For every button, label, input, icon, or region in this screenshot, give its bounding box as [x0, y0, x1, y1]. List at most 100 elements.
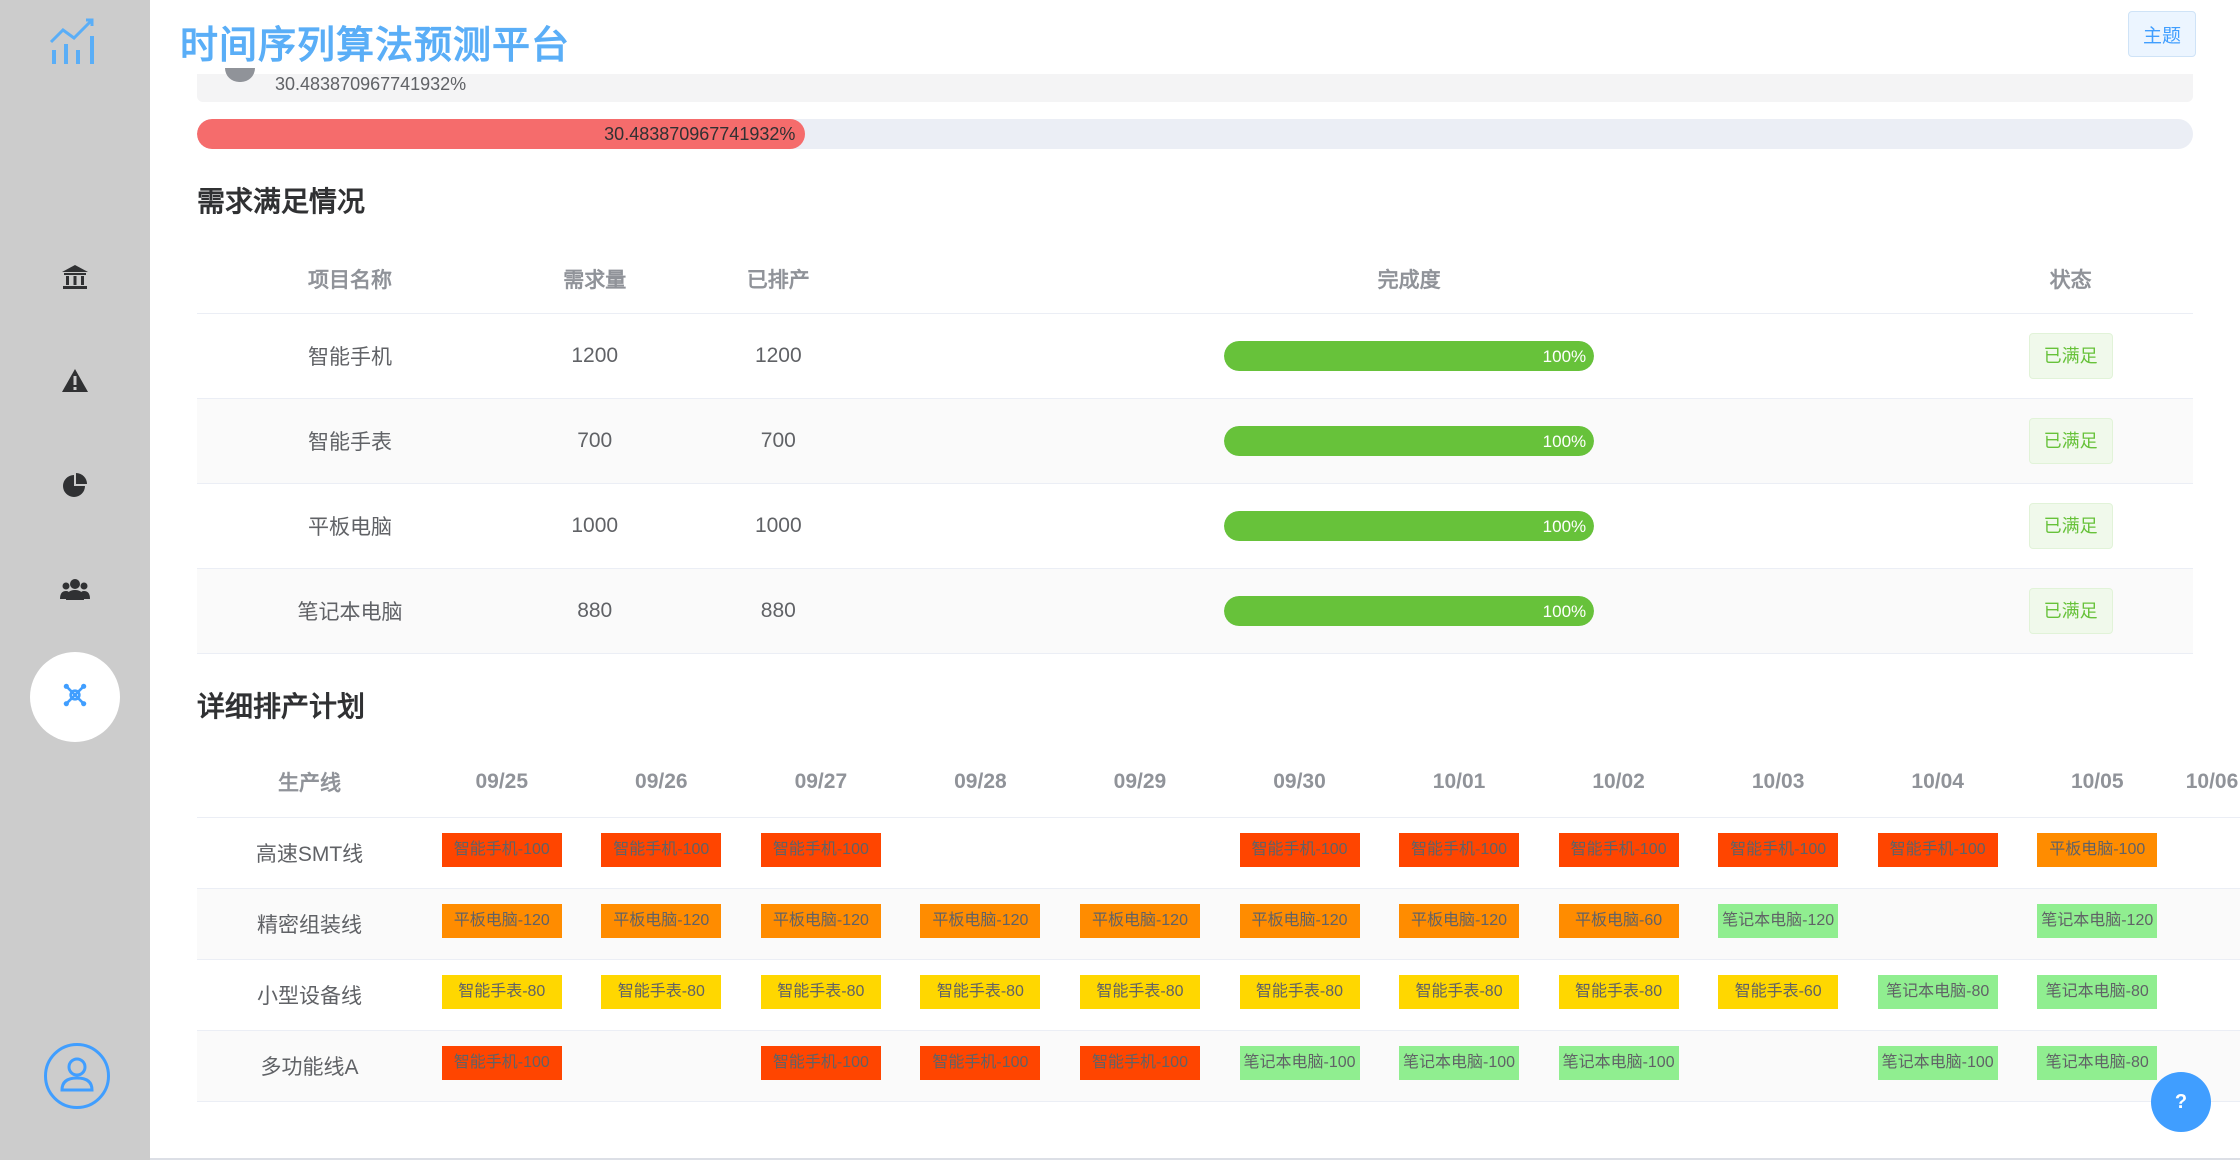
schedule-cell: 平板电脑-100 [2017, 817, 2178, 889]
bank-icon [60, 262, 90, 297]
schedule-block[interactable]: 智能手机-100 [1079, 1045, 1200, 1080]
schedule-block[interactable]: 笔记本电脑-120 [1718, 903, 1839, 938]
overall-progress-label: 30.483870967741932% [604, 124, 796, 144]
schedule-block[interactable]: 智能手表-80 [1079, 974, 1200, 1009]
schedule-block[interactable]: 智能手表-80 [1239, 974, 1360, 1009]
schedule-block[interactable]: 平板电脑-60 [1558, 903, 1679, 938]
production-line-name: 多功能线A [197, 1030, 422, 1102]
demand-row: 智能手表 700 700 100% 已满足 [197, 398, 2193, 484]
schedule-block[interactable]: 智能手表-80 [601, 974, 722, 1009]
schedule-block[interactable]: 平板电脑-100 [2037, 832, 2158, 867]
schedule-cell: 智能手机-100 [422, 817, 582, 889]
schedule-block[interactable]: 智能手机-100 [1239, 832, 1360, 867]
schedule-block[interactable]: 智能手机-100 [1399, 832, 1520, 867]
schedule-cell: 智能手机-100 [422, 1030, 582, 1102]
schedule-block[interactable]: 智能手机-100 [1558, 832, 1679, 867]
completion-label: 100% [1542, 516, 1587, 536]
date-column-header: 10/05 [2017, 747, 2178, 818]
chart-logo-icon[interactable] [48, 16, 102, 66]
schedule-block[interactable]: 智能手表-80 [1558, 974, 1679, 1009]
help-icon: ? [2174, 1090, 2188, 1113]
production-line-name: 小型设备线 [197, 959, 422, 1031]
schedule-block[interactable]: 平板电脑-120 [1399, 903, 1520, 938]
app-title: 时间序列算法预测平台 [180, 25, 571, 67]
completion-label: 100% [1542, 431, 1587, 451]
schedule-block[interactable]: 笔记本电脑-100 [1239, 1045, 1360, 1080]
schedule-block[interactable]: 平板电脑-120 [441, 903, 562, 938]
demand-table-header: 项目名称 需求量 已排产 完成度 状态 [197, 245, 2193, 314]
schedule-row: 精密组装线 平板电脑-120 平板电脑-120 平板电脑-120 平板电脑-120 平板电… [197, 888, 2240, 960]
scheduled-quantity: 700 [686, 398, 871, 484]
schedule-block[interactable]: 平板电脑-120 [1239, 903, 1360, 938]
schedule-cell: 平板电脑-120 [741, 888, 901, 960]
schedule-cell: 平板电脑-60 [1538, 888, 1699, 960]
date-column-header: 09/25 [422, 747, 582, 818]
schedule-block[interactable]: 智能手机-100 [1877, 832, 1998, 867]
demand-column-header: 项目名称 [197, 245, 503, 314]
date-column-header: 09/29 [1060, 747, 1220, 818]
schedule-block[interactable]: 笔记本电脑-120 [2037, 903, 2158, 938]
schedule-block[interactable]: 笔记本电脑-80 [2037, 974, 2158, 1009]
schedule-block[interactable]: 智能手表-80 [760, 974, 881, 1009]
schedule-table-header: 生产线 09/25 09/26 09/27 09/28 09/29 09/30 10/01 10… [197, 747, 2240, 818]
completion-label: 100% [1542, 346, 1587, 366]
schedule-cell [2177, 959, 2240, 1031]
schedule-block[interactable]: 智能手表-60 [1718, 974, 1839, 1009]
schedule-block[interactable]: 平板电脑-120 [601, 903, 722, 938]
schedule-block[interactable]: 笔记本电脑-80 [1877, 974, 1998, 1009]
demand-quantity: 1000 [502, 483, 687, 569]
schedule-cell: 笔记本电脑-100 [1538, 1030, 1699, 1102]
schedule-block[interactable]: 智能手机-100 [441, 832, 562, 867]
production-line-name: 精密组装线 [197, 888, 422, 960]
schedule-block[interactable]: 智能手表-80 [1399, 974, 1520, 1009]
schedule-block[interactable]: 智能手表-80 [441, 974, 562, 1009]
schedule-cell: 智能手表-60 [1698, 959, 1858, 1031]
completion-progress-fill: 100% [1224, 340, 1595, 371]
network-icon [62, 682, 88, 713]
status-cell: 已满足 [1948, 568, 2193, 654]
demand-quantity: 700 [502, 398, 687, 484]
date-column-header: 09/26 [581, 747, 742, 818]
theme-button[interactable]: 主题 [2128, 11, 2196, 57]
schedule-block[interactable]: 智能手机-100 [441, 1045, 562, 1080]
overall-progress-fill: 30.483870967741932% [197, 119, 806, 149]
schedule-block[interactable]: 智能手机-100 [920, 1045, 1041, 1080]
schedule-block[interactable]: 智能手机-100 [760, 832, 881, 867]
schedule-cell [900, 817, 1061, 889]
schedule-block[interactable]: 智能手机-100 [1718, 832, 1839, 867]
production-line-name: 高速SMT线 [197, 817, 422, 889]
schedule-block[interactable]: 平板电脑-120 [1079, 903, 1200, 938]
warning-icon [60, 366, 90, 401]
schedule-block[interactable]: 智能手机-100 [760, 1045, 881, 1080]
nav-item-bank[interactable] [56, 260, 94, 298]
schedule-block[interactable]: 智能手机-100 [601, 832, 722, 867]
completion-progress-bar: 100% [1224, 425, 1595, 456]
nav-item-users[interactable] [56, 572, 94, 610]
schedule-block[interactable]: 笔记本电脑-100 [1399, 1045, 1520, 1080]
completion-progress-fill: 100% [1224, 425, 1595, 456]
status-badge: 已满足 [2028, 502, 2113, 549]
date-column-header: 10/01 [1379, 747, 1539, 818]
line-column-header: 生产线 [197, 747, 422, 818]
schedule-cell: 笔记本电脑-80 [1857, 959, 2018, 1031]
schedule-block[interactable]: 笔记本电脑-100 [1877, 1045, 1998, 1080]
avatar[interactable] [44, 1043, 110, 1109]
schedule-row: 高速SMT线 智能手机-100 智能手机-100 智能手机-100 智能手机-100 智能… [197, 817, 2240, 889]
help-button[interactable]: ? [2151, 1072, 2211, 1132]
demand-product-name: 平板电脑 [197, 483, 503, 569]
nav-item-scheduling[interactable] [30, 652, 120, 742]
demand-column-header: 完成度 [870, 245, 1949, 314]
schedule-cell: 平板电脑-120 [1219, 888, 1380, 960]
schedule-block[interactable]: 平板电脑-120 [920, 903, 1041, 938]
schedule-block[interactable]: 智能手表-80 [920, 974, 1041, 1009]
schedule-block[interactable]: 笔记本电脑-100 [1558, 1045, 1679, 1080]
schedule-cell [2177, 888, 2240, 960]
nav-item-warning[interactable] [56, 364, 94, 402]
schedule-block[interactable]: 平板电脑-120 [760, 903, 881, 938]
nav-item-statistics[interactable] [56, 468, 94, 506]
status-badge: 已满足 [2028, 332, 2113, 379]
completion-progress-fill: 100% [1224, 510, 1595, 541]
date-column-header: 09/28 [900, 747, 1061, 818]
schedule-cell: 平板电脑-120 [422, 888, 582, 960]
schedule-block[interactable]: 笔记本电脑-80 [2037, 1045, 2158, 1080]
